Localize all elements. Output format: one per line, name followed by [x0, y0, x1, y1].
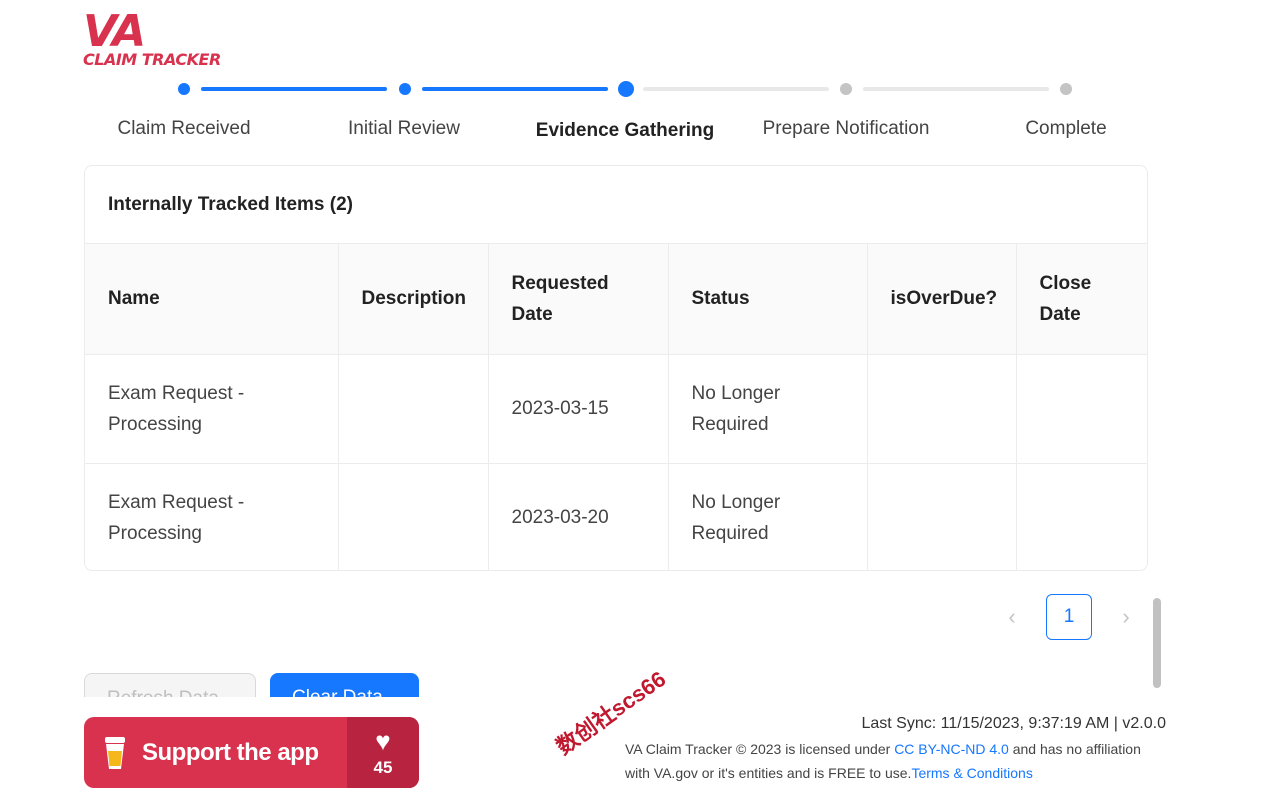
card-title: Internally Tracked Items (2)	[85, 166, 1147, 244]
pagination: ‹ 1 ›	[995, 594, 1143, 640]
step-label-evidence-gathering: Evidence Gathering	[515, 120, 735, 142]
cell-is-overdue	[867, 463, 1016, 571]
step-label-complete: Complete	[956, 118, 1176, 140]
cell-description	[338, 354, 488, 463]
cell-name: Exam Request - Processing	[85, 463, 338, 571]
terms-link[interactable]: Terms & Conditions	[911, 765, 1032, 781]
step-dot-4	[840, 83, 852, 95]
cell-requested-date: 2023-03-20	[488, 463, 668, 571]
step-dot-1	[178, 83, 190, 95]
cell-close-date	[1016, 463, 1148, 571]
step-connector-4	[863, 87, 1049, 91]
page-1-button[interactable]: 1	[1046, 594, 1092, 640]
tracked-items-table: Name Description Requested Date Status i…	[85, 244, 1148, 571]
cell-is-overdue	[867, 354, 1016, 463]
cell-close-date	[1016, 354, 1148, 463]
tracked-items-card: Internally Tracked Items (2) Name Descri…	[84, 165, 1148, 571]
step-dot-5	[1060, 83, 1072, 95]
footer-sync: Last Sync: 11/15/2023, 9:37:19 AM | v2.0…	[861, 712, 1166, 736]
scrollbar-thumb[interactable]	[1153, 598, 1161, 688]
cell-status: No Longer Required	[668, 463, 867, 571]
cell-requested-date: 2023-03-15	[488, 354, 668, 463]
column-header-description: Description	[338, 244, 488, 354]
step-connector-2	[422, 87, 608, 91]
chevron-left-icon[interactable]: ‹	[995, 604, 1029, 630]
logo-va-text: VA	[83, 12, 221, 52]
step-dot-3	[618, 81, 634, 97]
column-header-is-overdue: isOverDue?	[867, 244, 1016, 354]
logo-subtitle: CLAIM TRACKER	[83, 52, 221, 68]
support-count: 45	[374, 758, 393, 778]
action-buttons: Refresh Data Clear Data	[84, 673, 424, 697]
cell-name: Exam Request - Processing	[85, 354, 338, 463]
support-app-button[interactable]: Support the app ♥ 45	[84, 717, 419, 788]
column-header-name: Name	[85, 244, 338, 354]
step-dot-2	[399, 83, 411, 95]
column-header-status: Status	[668, 244, 867, 354]
license-prefix: VA Claim Tracker © 2023 is licensed unde…	[625, 741, 894, 757]
cell-status: No Longer Required	[668, 354, 867, 463]
column-header-close-date: Close Date	[1016, 244, 1148, 354]
license-text: VA Claim Tracker © 2023 is licensed unde…	[625, 737, 1165, 785]
column-header-requested-date: Requested Date	[488, 244, 668, 354]
progress-steps: Claim Received Initial Review Evidence G…	[73, 78, 1176, 148]
step-label-claim-received: Claim Received	[74, 118, 294, 140]
chevron-right-icon[interactable]: ›	[1109, 604, 1143, 630]
refresh-data-button[interactable]: Refresh Data	[84, 673, 256, 697]
table-row: Exam Request - Processing 2023-03-15 No …	[85, 354, 1148, 463]
support-label: Support the app	[142, 739, 318, 767]
app-logo: VA CLAIM TRACKER	[83, 12, 221, 68]
clear-data-button[interactable]: Clear Data	[270, 673, 419, 697]
last-sync-text: Last Sync: 11/15/2023, 9:37:19 AM | v2.0…	[861, 712, 1166, 736]
step-connector-1	[201, 87, 387, 91]
cup-icon	[102, 735, 128, 771]
table-header-row: Name Description Requested Date Status i…	[85, 244, 1148, 354]
step-connector-3	[643, 87, 829, 91]
table-row: Exam Request - Processing 2023-03-20 No …	[85, 463, 1148, 571]
cell-description	[338, 463, 488, 571]
support-count-box[interactable]: ♥ 45	[347, 717, 419, 788]
step-label-prepare-notification: Prepare Notification	[736, 118, 956, 140]
heart-icon: ♥	[375, 728, 390, 754]
step-label-initial-review: Initial Review	[294, 118, 514, 140]
support-main[interactable]: Support the app	[84, 717, 347, 788]
license-link[interactable]: CC BY-NC-ND 4.0	[894, 741, 1009, 757]
